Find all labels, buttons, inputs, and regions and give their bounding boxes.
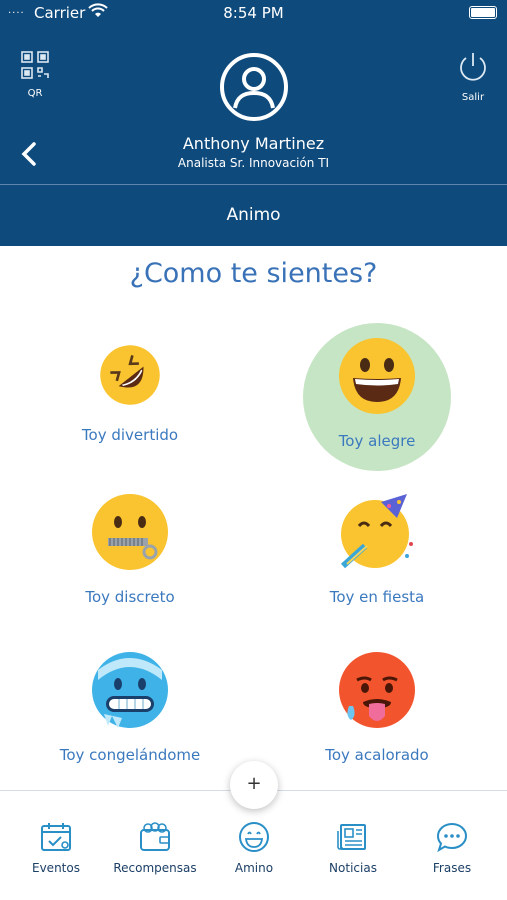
tab-noticias[interactable]: Noticias [303,821,403,875]
laughing-face-icon [100,345,160,405]
power-icon [460,53,486,81]
mood-option-alegre[interactable]: Toy alegre [277,336,477,450]
chat-bubble-icon [436,822,468,853]
mood-label: Toy en fiesta [329,588,425,606]
mood-label: Toy acalorado [325,746,429,764]
user-name: Anthony Martinez [182,134,325,153]
logout-button[interactable]: Salir [453,50,493,103]
mood-label: Toy discreto [85,588,175,606]
calendar-icon [41,823,71,851]
mood-label: Toy divertido [81,426,179,444]
mood-question: ¿Como te sientes? [129,258,378,289]
mood-option-divertido[interactable]: Toy divertido [30,340,230,444]
mood-label: Toy congelándome [59,746,201,764]
mood-option-fiesta[interactable]: Toy en fiesta [277,492,477,606]
status-bar: .... Carrier 8:54 PM [0,0,507,28]
qr-button[interactable]: QR [16,50,54,99]
tab-label: Eventos [32,861,80,875]
newspaper-icon [337,824,366,850]
mood-option-congelandome[interactable]: Toy congelándome [30,650,230,764]
mood-option-discreto[interactable]: Toy discreto [30,492,230,606]
tab-label: Noticias [329,861,377,875]
tab-eventos[interactable]: Eventos [6,821,106,875]
status-time: 8:54 PM [223,4,284,22]
partying-face-icon [340,494,413,569]
tab-recompensas[interactable]: Recompensas [105,821,205,875]
qr-label: QR [27,88,43,99]
qr-code-icon [21,51,49,79]
header: .... Carrier 8:54 PM QR Salir Anthony Ma… [0,0,507,246]
battery-icon [469,6,497,19]
mood-option-acalorado[interactable]: Toy acalorado [277,650,477,764]
zipper-mouth-face-icon [92,494,168,570]
avatar [220,53,288,121]
tab-label: Recompensas [113,861,197,875]
smiley-icon [239,822,269,852]
tab-label: Frases [432,861,472,875]
mood-label: Toy alegre [338,432,416,450]
user-role: Analista Sr. Innovación TI [177,156,330,170]
tab-label: Amino [234,861,274,875]
add-button[interactable]: + [230,761,278,809]
section-title: Animo [226,205,281,225]
tab-amino[interactable]: Amino [204,821,304,875]
freezing-face-icon [92,652,168,728]
grinning-face-icon [339,338,415,414]
header-divider [0,184,507,185]
tab-frases[interactable]: Frases [402,821,502,875]
logout-label: Salir [461,92,485,103]
wallet-icon [140,822,170,851]
hot-face-icon [339,652,415,728]
